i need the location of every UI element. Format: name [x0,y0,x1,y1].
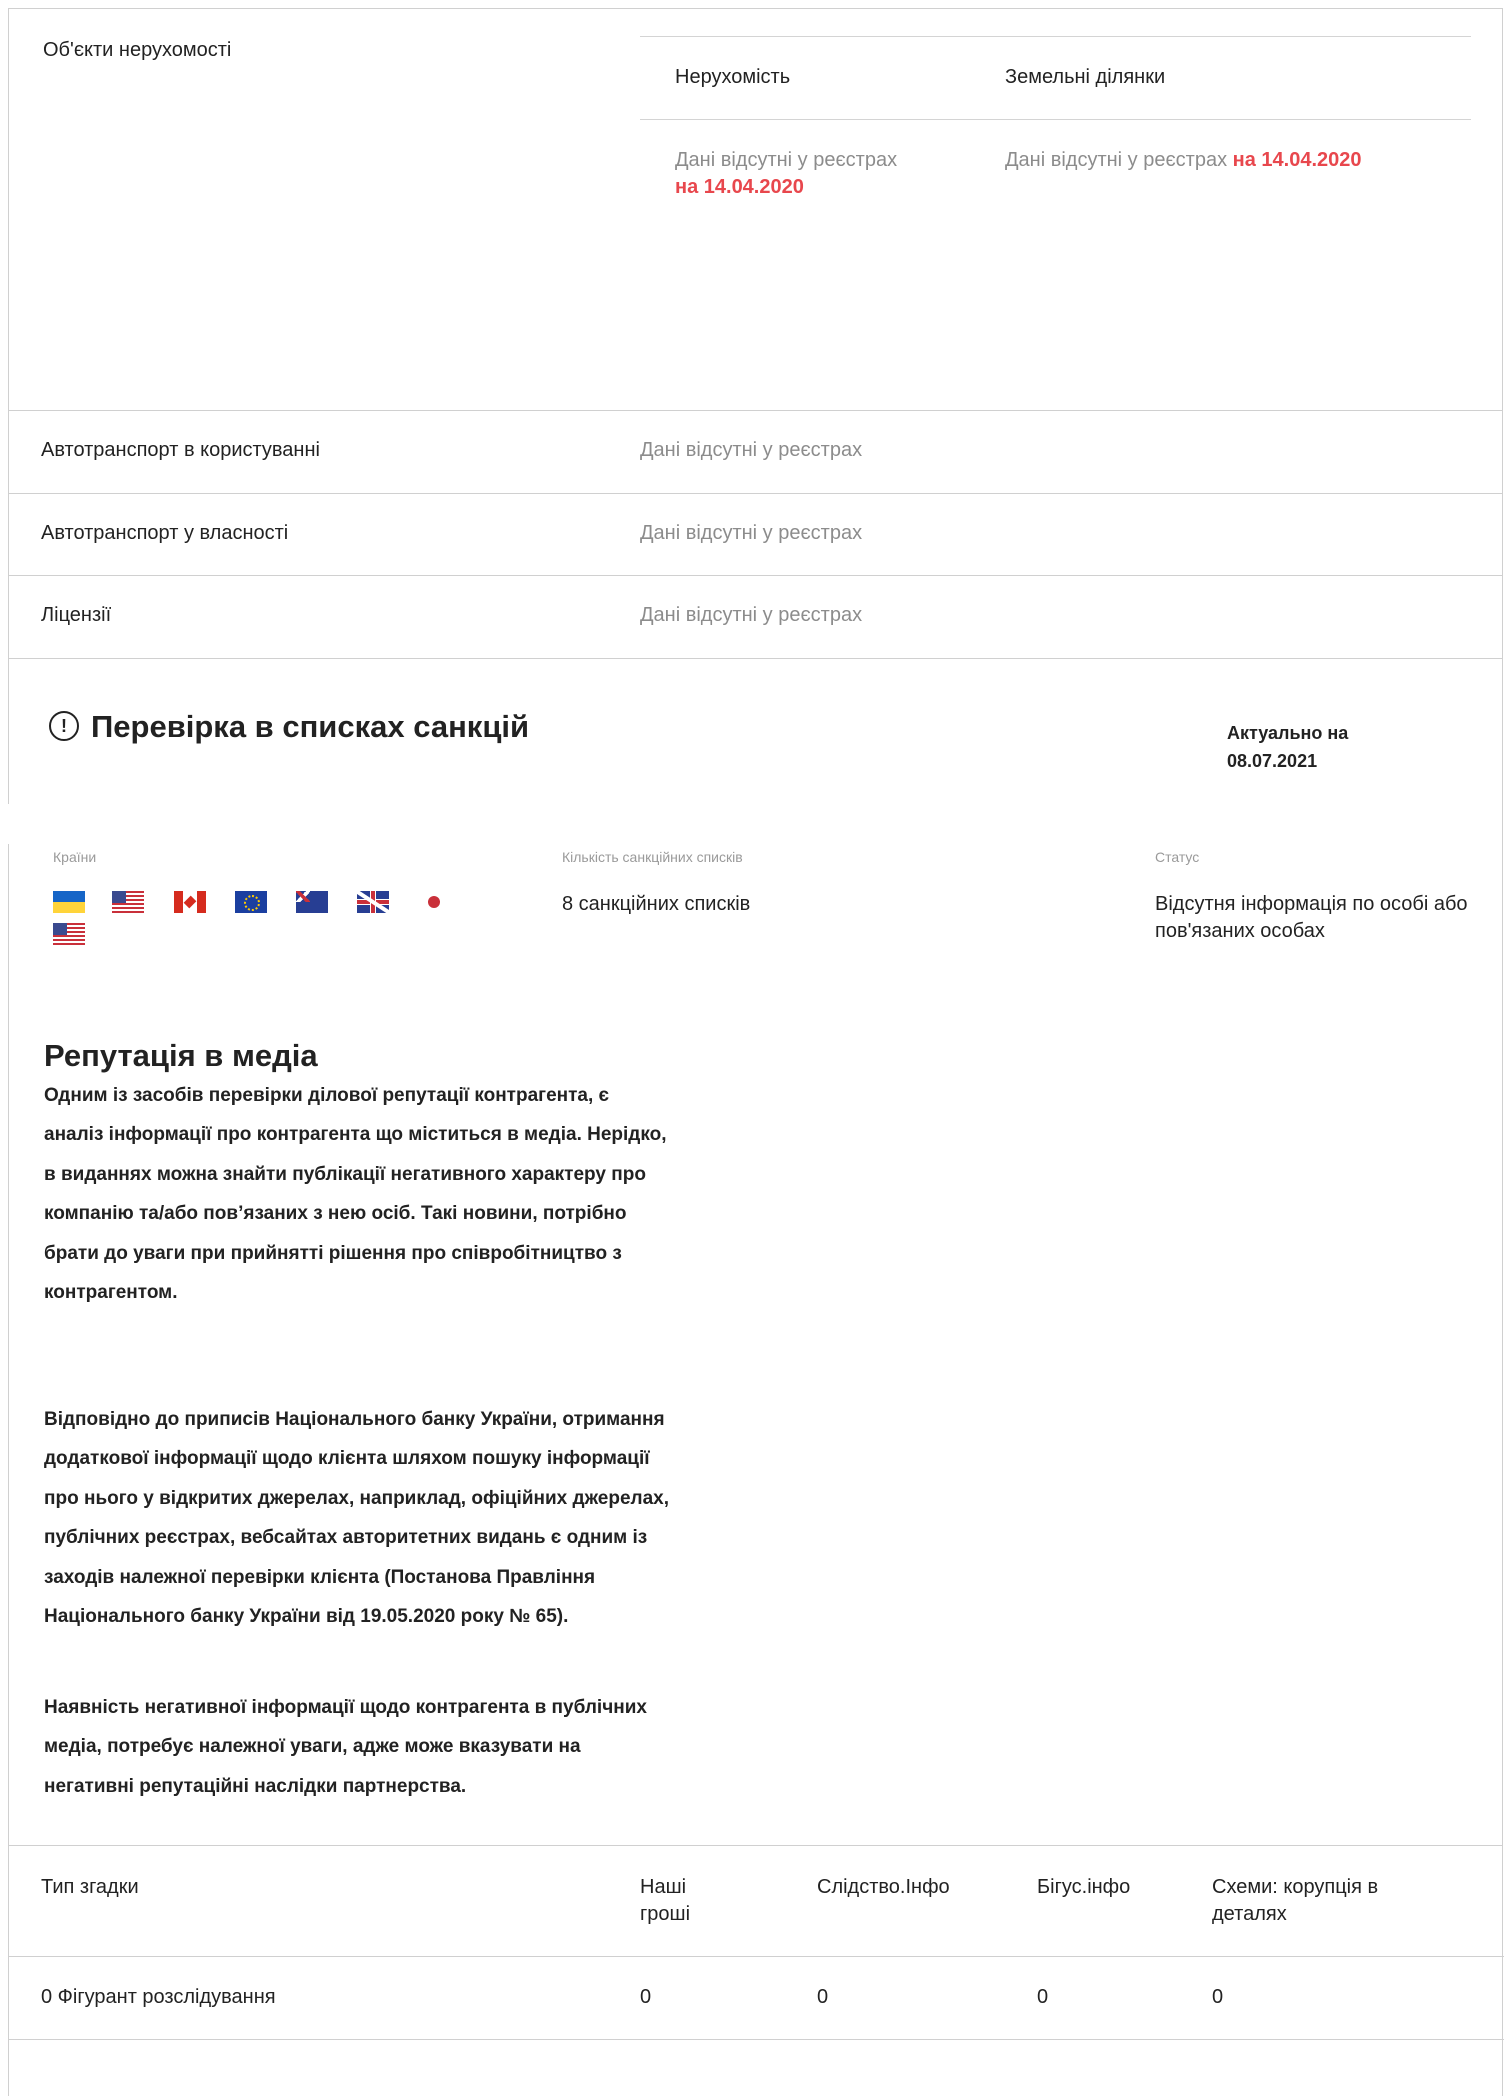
countries-label: Країни [53,849,97,865]
exclamation-circle-icon: ! [49,711,79,741]
divider [640,119,1471,120]
row-vehicles-in-use: Автотранспорт в користуванні Дані відсут… [8,410,1503,493]
property-label: Об'єкти нерухомості [43,39,232,61]
date-text: на 14.04.2020 [675,176,804,198]
jp-flag-icon [418,891,450,913]
row-vehicles-owned: Автотранспорт у власності Дані відсутні … [8,493,1503,576]
actual-date: Актуально на 08.07.2021 [1227,723,1349,771]
status-value: Відсутня інформація по особі або пов'яза… [1155,893,1468,942]
mentions-table: Тип згадки Наші гроші Слідство.Інфо Бігу… [8,1845,1504,2096]
no-data-text: Дані відсутні у реєстрах [1005,149,1228,171]
table-cell-type: 0 Фігурант розслідування [41,1986,276,2008]
divider [640,36,1471,37]
status-label: Статус [1155,849,1200,865]
property-col-title-real-estate: Нерухомість [675,66,791,88]
media-paragraph-2: Відповідно до приписів Національного бан… [44,1409,670,1628]
eu-flag-icon [235,891,267,913]
table-cell-nashi-groshi: 0 [640,1986,652,2008]
date-text: на 14.04.2020 [1232,149,1362,171]
ua-flag-icon [53,891,85,913]
row-value: Дані відсутні у реєстрах [640,604,863,626]
col-header-nashi-groshi: Наші гроші [640,1876,691,1925]
col-header-skhemy: Схеми: корупція в деталях [1212,1876,1379,1925]
col-header-slidstvo: Слідство.Інфо [817,1876,950,1898]
count-label: Кількість санкційних списків [562,849,743,865]
col-header-type: Тип згадки [41,1876,139,1898]
border-gap [8,804,11,844]
table-cell-bihus: 0 [1037,1986,1049,2008]
row-value: Дані відсутні у реєстрах [640,522,863,544]
row-label: Автотранспорт у власності [41,522,289,544]
au-flag-icon [296,891,328,913]
media-title: Репутація в медіа [44,1038,318,1073]
page: Об'єкти нерухомості Нерухомість Земельні… [0,0,1512,2096]
gb-flag-icon [357,891,389,913]
sanctions-section: ! Перевірка в списках санкцій Актуально … [8,658,1503,990]
row-label: Автотранспорт в користуванні [41,439,320,461]
table-cell-skhemy: 0 [1212,1986,1224,2008]
us-flag-icon [112,891,144,913]
property-col-title-land: Земельні ділянки [1005,66,1166,88]
ca-flag-icon [174,891,206,913]
divider [9,2039,1504,2040]
count-value: 8 санкційних списків [562,893,751,915]
col-header-bihus: Бігус.інфо [1037,1876,1131,1898]
property-land-value: Дані відсутні у реєстрах на 14.04.2020 [1005,147,1475,174]
row-label: Ліцензії [41,604,112,626]
media-paragraph-3: Наявність негативної інформації щодо кон… [44,1697,647,1797]
property-real-estate-value: Дані відсутні у реєстрах на 14.04.2020 [675,147,975,201]
us-flag-icon [53,923,85,945]
divider [9,1956,1504,1957]
sanctions-title: Перевірка в списках санкцій [91,709,530,744]
property-section: Об'єкти нерухомості Нерухомість Земельні… [8,8,1503,411]
row-licenses: Ліцензії Дані відсутні у реєстрах [8,575,1503,658]
table-cell-slidstvo: 0 [817,1986,829,2008]
row-value: Дані відсутні у реєстрах [640,439,863,461]
media-paragraph-1: Одним із засобів перевірки ділової репут… [44,1085,667,1304]
no-data-text: Дані відсутні у реєстрах [675,149,898,171]
media-section: Репутація в медіа Одним із засобів перев… [8,988,1503,1846]
